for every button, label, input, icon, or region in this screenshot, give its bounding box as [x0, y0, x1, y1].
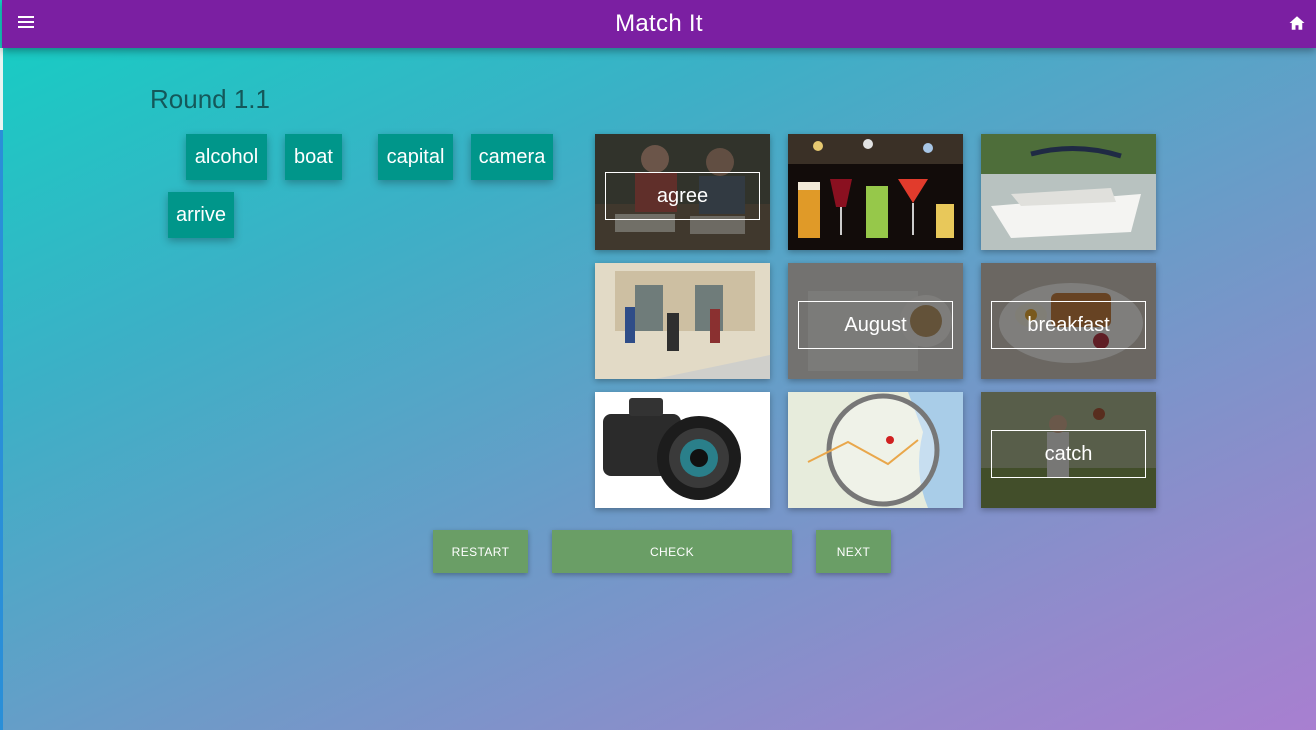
- word-chip-capital[interactable]: capital: [378, 134, 453, 180]
- word-chip-boat[interactable]: boat: [285, 134, 342, 180]
- map-magnifier-image: [788, 392, 963, 508]
- tile-ball-catch[interactable]: catch: [981, 392, 1156, 508]
- speedboat-image: [981, 134, 1156, 250]
- tile-camera[interactable]: [595, 392, 770, 508]
- hamburger-menu-icon[interactable]: [18, 16, 34, 28]
- tile-students-arriving[interactable]: [595, 263, 770, 379]
- next-button[interactable]: NEXT: [816, 530, 891, 573]
- tile-map[interactable]: [788, 392, 963, 508]
- tile-label-agree: agree: [605, 172, 760, 220]
- camera-image: [595, 392, 770, 508]
- word-chip-alcohol[interactable]: alcohol: [186, 134, 267, 180]
- tile-students-studying[interactable]: agree: [595, 134, 770, 250]
- home-icon[interactable]: [1288, 14, 1306, 32]
- tile-breakfast[interactable]: breakfast: [981, 263, 1156, 379]
- restart-button[interactable]: RESTART: [433, 530, 528, 573]
- drinks-image: [788, 134, 963, 250]
- tile-drinks[interactable]: [788, 134, 963, 250]
- tile-label-breakfast: breakfast: [991, 301, 1146, 349]
- students-arriving-image: [595, 263, 770, 379]
- word-chip-arrive[interactable]: arrive: [168, 192, 234, 238]
- tile-label-catch: catch: [991, 430, 1146, 478]
- app-title: Match It: [615, 10, 703, 37]
- check-button[interactable]: CHECK: [552, 530, 792, 573]
- tile-speedboat[interactable]: [981, 134, 1156, 250]
- round-title: Round 1.1: [150, 84, 270, 114]
- tile-label-august: August: [798, 301, 953, 349]
- left-edge-strip-top: [0, 48, 3, 130]
- left-edge-strip: [0, 48, 3, 730]
- word-chip-camera[interactable]: camera: [471, 134, 553, 180]
- tile-calendar-coffee[interactable]: August: [788, 263, 963, 379]
- app-bar: Match It: [2, 0, 1316, 48]
